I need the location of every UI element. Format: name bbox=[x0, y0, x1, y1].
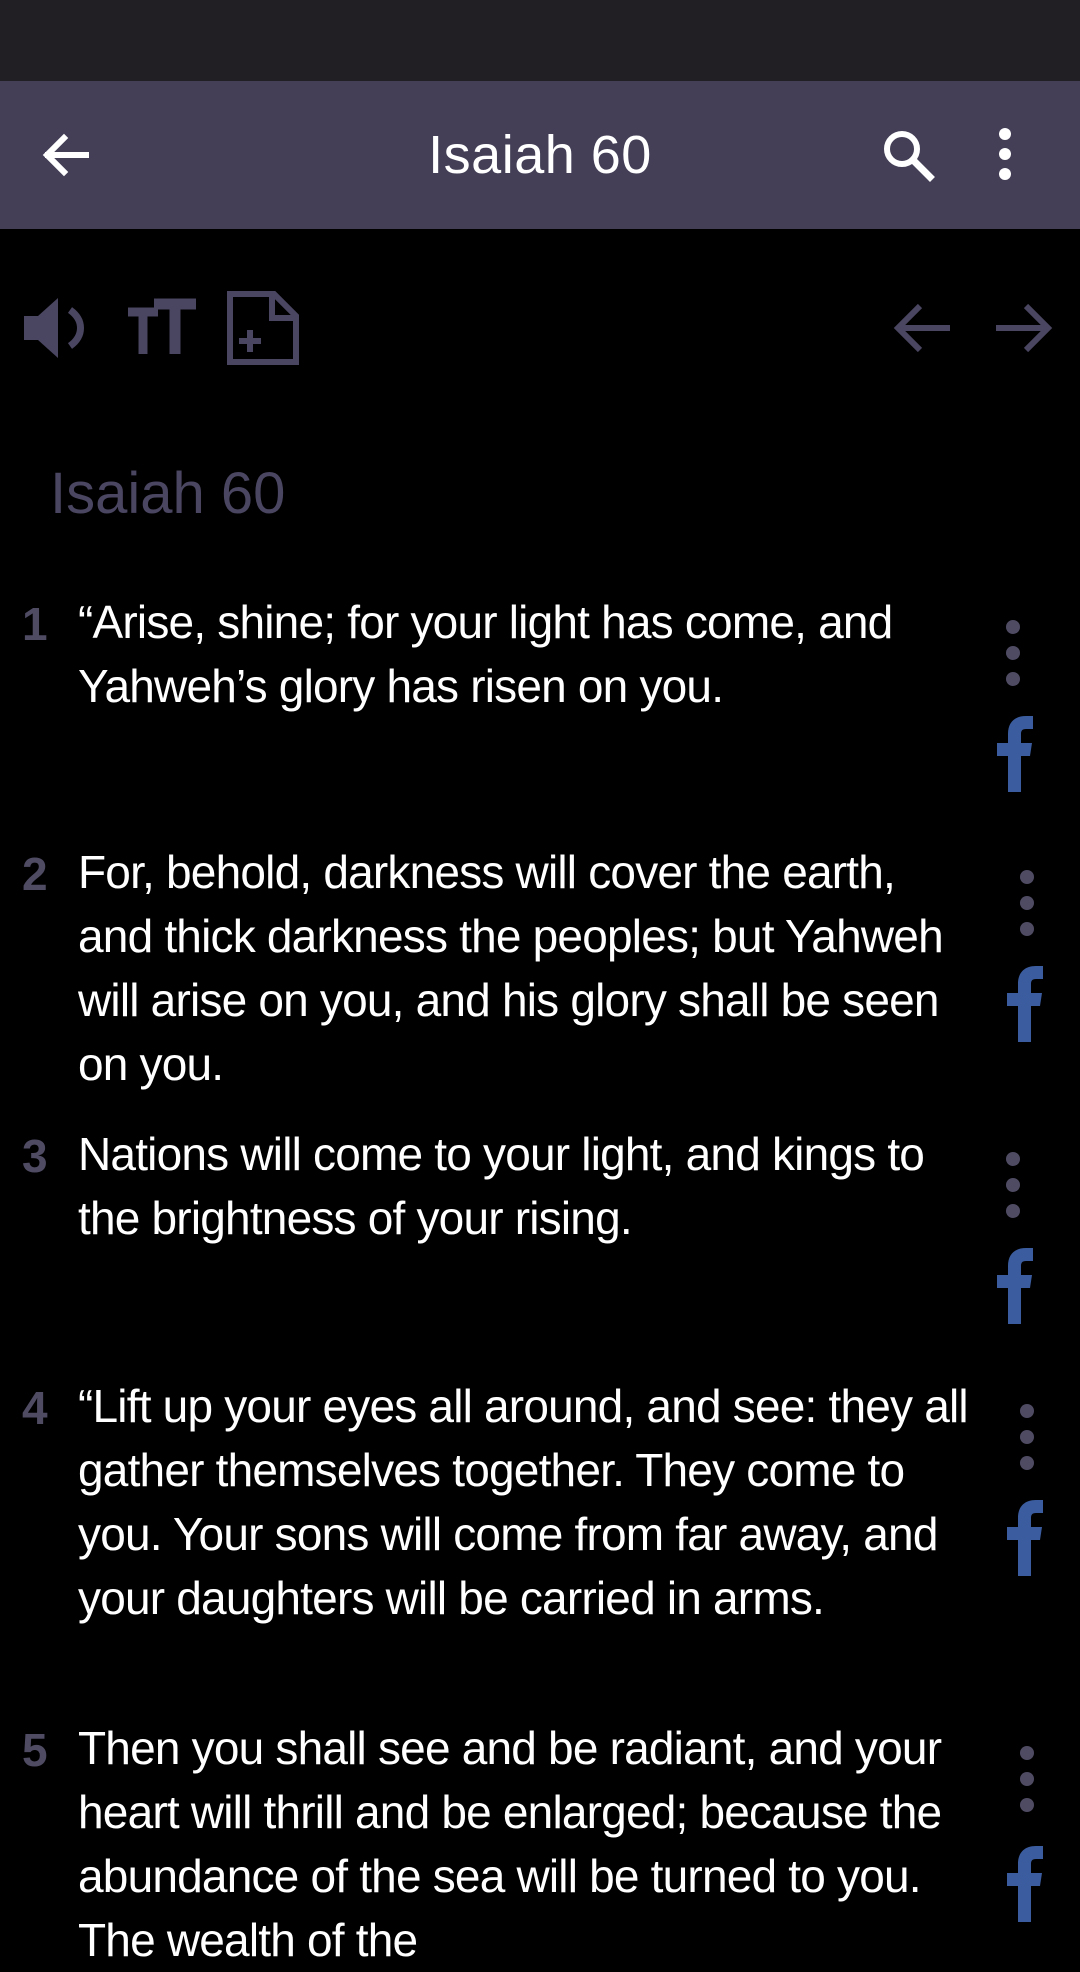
verse-menu-icon[interactable] bbox=[1014, 1744, 1040, 1814]
verse-number: 1 bbox=[22, 598, 48, 650]
verse-menu-icon[interactable] bbox=[1000, 1150, 1026, 1220]
search-icon[interactable] bbox=[880, 127, 936, 183]
facebook-share-icon[interactable] bbox=[1004, 1500, 1044, 1576]
verse-text[interactable]: “Lift up your eyes all around, and see: … bbox=[78, 1374, 969, 1630]
facebook-share-icon[interactable] bbox=[994, 1248, 1034, 1324]
verse-number: 2 bbox=[22, 848, 48, 900]
speaker-icon[interactable] bbox=[22, 290, 94, 366]
note-add-icon[interactable] bbox=[224, 290, 302, 366]
verse-number: 4 bbox=[22, 1382, 48, 1434]
facebook-share-icon[interactable] bbox=[994, 716, 1034, 792]
verse-text[interactable]: “Arise, shine; for your light has come, … bbox=[78, 590, 968, 718]
more-vertical-icon[interactable] bbox=[985, 125, 1025, 185]
chapter-heading: Isaiah 60 bbox=[50, 461, 286, 526]
app-bar: Isaiah 60 bbox=[0, 81, 1080, 229]
verse-text[interactable]: Nations will come to your light, and kin… bbox=[78, 1122, 968, 1250]
verse-text[interactable]: For, behold, darkness will cover the ear… bbox=[78, 840, 968, 1096]
previous-chapter-arrow-icon[interactable] bbox=[890, 290, 956, 366]
next-chapter-arrow-icon[interactable] bbox=[990, 290, 1056, 366]
facebook-share-icon[interactable] bbox=[1004, 1846, 1044, 1922]
verse-number: 3 bbox=[22, 1130, 48, 1182]
text-size-icon[interactable] bbox=[126, 290, 198, 366]
facebook-share-icon[interactable] bbox=[1004, 966, 1044, 1042]
status-bar bbox=[0, 0, 1080, 81]
verse-menu-icon[interactable] bbox=[1014, 868, 1040, 938]
verse-text[interactable]: Then you shall see and be radiant, and y… bbox=[78, 1716, 968, 1972]
verse-menu-icon[interactable] bbox=[1014, 1402, 1040, 1472]
verse-number: 5 bbox=[22, 1724, 48, 1776]
reader-toolbar bbox=[0, 290, 1080, 366]
verse-menu-icon[interactable] bbox=[1000, 618, 1026, 688]
